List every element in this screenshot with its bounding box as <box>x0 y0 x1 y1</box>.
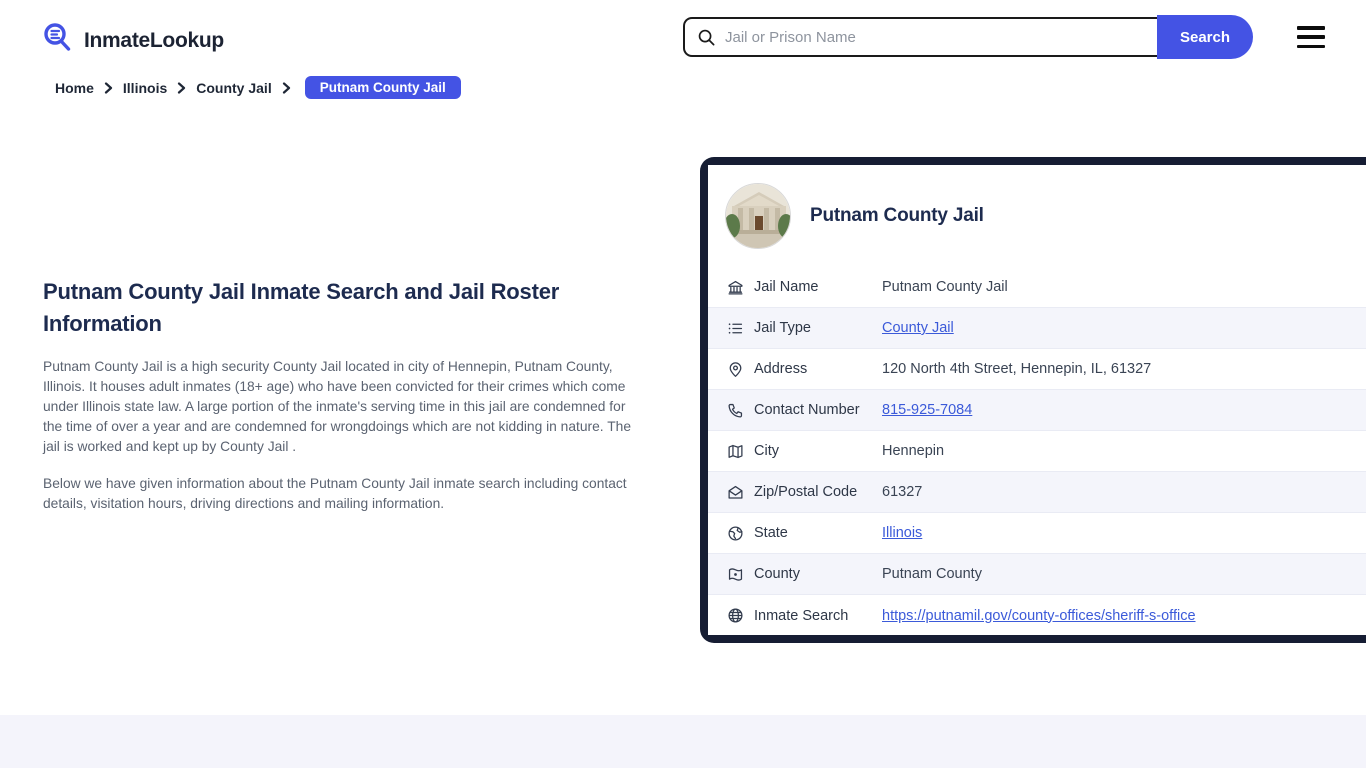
row-contact-number: Contact Number 815-925-7084 <box>708 390 1366 431</box>
breadcrumb-illinois[interactable]: Illinois <box>123 80 167 96</box>
row-state: State Illinois <box>708 513 1366 554</box>
row-jail-name: Jail Name Putnam County Jail <box>708 267 1366 308</box>
row-jail-type: Jail Type County Jail <box>708 308 1366 349</box>
row-label: Contact Number <box>754 402 860 418</box>
row-label: Jail Type <box>754 320 811 336</box>
map-icon <box>727 443 744 460</box>
row-inmate-search: Inmate Search https://putnamil.gov/count… <box>708 595 1366 635</box>
row-county: County Putnam County <box>708 554 1366 595</box>
jail-card-title: Putnam County Jail <box>810 205 984 226</box>
article-paragraph-1: Putnam County Jail is a high security Co… <box>43 359 631 454</box>
site-logo-text: InmateLookup <box>84 28 224 52</box>
row-label: Inmate Search <box>754 607 849 624</box>
breadcrumb-current-pill: Putnam County Jail <box>304 76 461 99</box>
search-button[interactable]: Search <box>1157 15 1253 59</box>
row-value: Putnam County <box>882 566 982 582</box>
chevron-right-icon <box>282 81 291 94</box>
breadcrumb-home[interactable]: Home <box>55 80 94 96</box>
row-city: City Hennepin <box>708 431 1366 472</box>
jail-info-card: Putnam County Jail Jail Name Putnam Coun… <box>700 157 1366 643</box>
chevron-right-icon <box>177 81 186 94</box>
bank-building-icon <box>727 279 744 296</box>
phone-link[interactable]: 815-925-7084 <box>882 402 972 418</box>
chevron-right-icon <box>104 81 113 94</box>
article-paragraph-2: Below we have given information about th… <box>43 476 627 511</box>
search-box[interactable] <box>683 17 1157 57</box>
jail-search-form: Search <box>683 15 1253 59</box>
jail-type-link[interactable]: County Jail <box>882 320 954 336</box>
globe-icon <box>727 607 744 624</box>
row-zip: Zip/Postal Code 61327 <box>708 472 1366 513</box>
row-value: 61327 <box>882 484 923 500</box>
globe-americas-icon <box>727 525 744 542</box>
row-label: Zip/Postal Code <box>754 484 858 500</box>
magnifier-logo-icon <box>40 20 76 61</box>
footer-strip <box>0 715 1366 768</box>
row-label: Jail Name <box>754 279 819 295</box>
inmate-search-link[interactable]: https://putnamil.gov/county-offices/sher… <box>882 608 1196 624</box>
search-input[interactable] <box>725 19 1157 55</box>
breadcrumb: Home Illinois County Jail Putnam County … <box>55 76 461 99</box>
row-label: State <box>754 525 788 541</box>
menu-hamburger-icon[interactable] <box>1297 26 1325 48</box>
envelope-icon <box>727 484 744 501</box>
row-address: Address 120 North 4th Street, Hennepin, … <box>708 349 1366 390</box>
row-value: 120 North 4th Street, Hennepin, IL, 6132… <box>882 361 1152 377</box>
location-pin-icon <box>727 361 744 378</box>
site-logo[interactable]: InmateLookup <box>40 20 224 61</box>
article: Putnam County Jail Inmate Search and Jai… <box>43 276 635 514</box>
page-title: Putnam County Jail Inmate Search and Jai… <box>43 279 560 336</box>
row-label: City <box>754 443 779 459</box>
jail-photo <box>725 183 791 249</box>
phone-icon <box>727 402 744 419</box>
state-link[interactable]: Illinois <box>882 525 922 541</box>
breadcrumb-county-jail[interactable]: County Jail <box>196 80 271 96</box>
jail-card-header: Putnam County Jail <box>708 165 1366 267</box>
row-value: Hennepin <box>882 443 945 459</box>
county-map-flag-icon <box>727 566 744 583</box>
row-label: Address <box>754 361 808 377</box>
row-value: Putnam County Jail <box>882 279 1008 295</box>
row-label: County <box>754 566 800 582</box>
search-icon <box>698 29 715 45</box>
list-icon <box>727 320 744 337</box>
